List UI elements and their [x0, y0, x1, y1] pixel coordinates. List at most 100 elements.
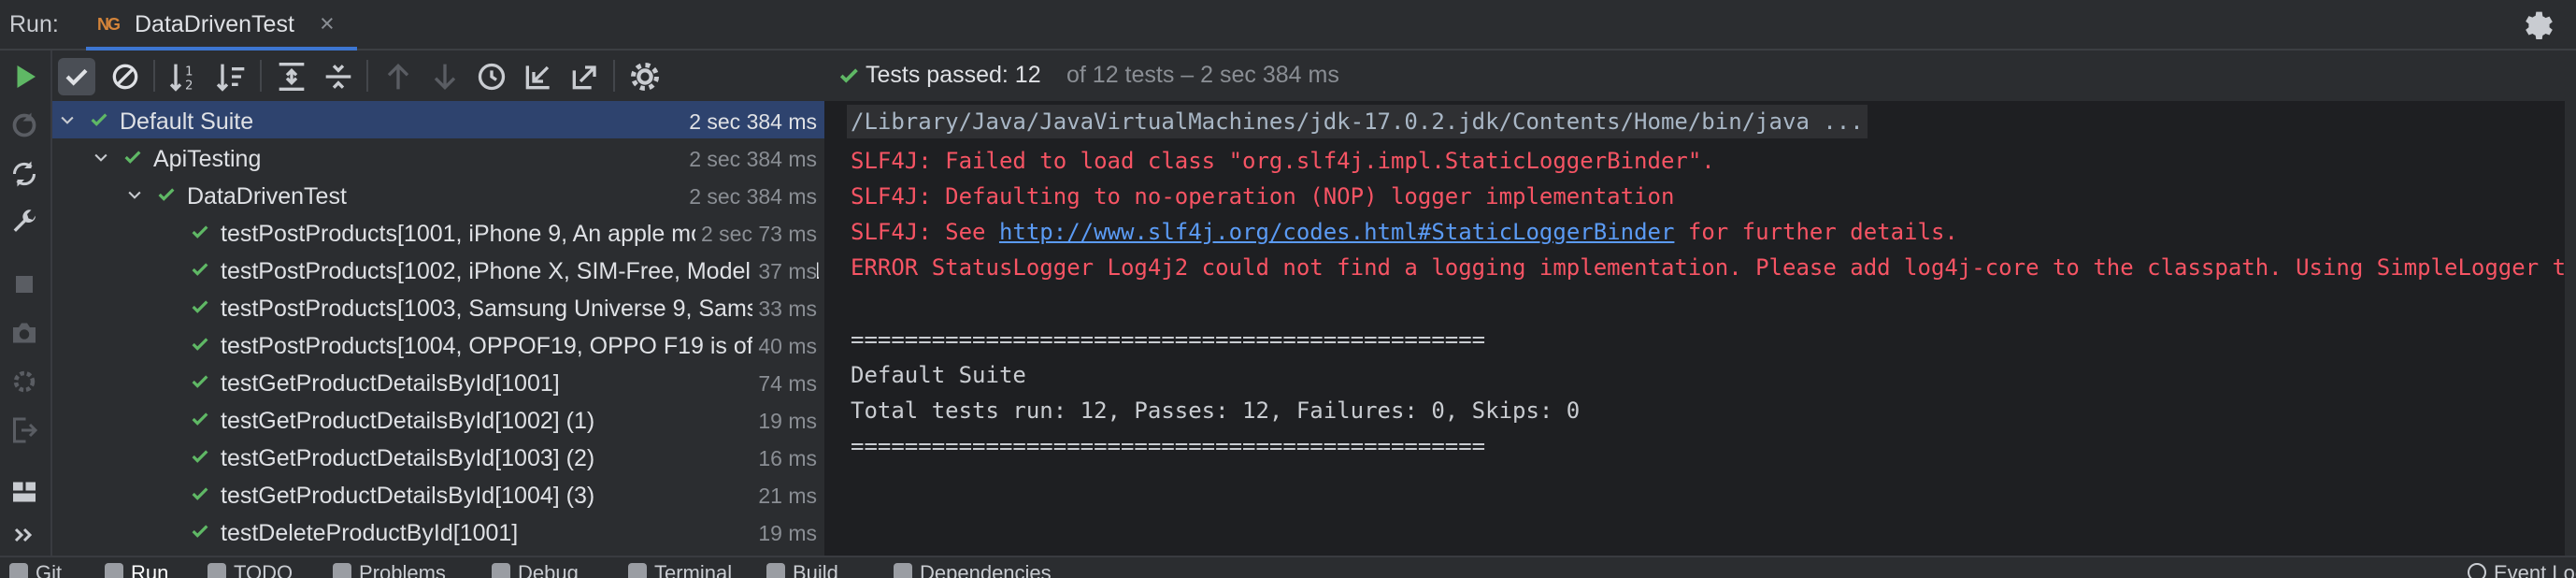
chevron-down-icon[interactable] [92, 148, 110, 166]
rerun-icon[interactable] [7, 60, 41, 94]
tool-tab-label: Dependencies [920, 561, 1052, 578]
console-output[interactable]: /Library/Java/JavaVirtualMachines/jdk-17… [828, 101, 2565, 556]
event-log-label: Event Log [2494, 561, 2576, 578]
test-duration: 2 sec 384 ms [683, 184, 817, 210]
test-duration: 2 sec 384 ms [683, 147, 817, 172]
console-text: for further details. [1674, 219, 1958, 245]
test-tree-row[interactable]: testGetProductDetailsById[1003] (2) 16 ms [52, 438, 824, 475]
exit-icon[interactable] [7, 413, 41, 447]
history-icon[interactable] [473, 58, 510, 95]
test-name: testPostProducts[1002, iPhone X, SIM-Fre… [221, 258, 819, 284]
console-error-line: SLF4J: Failed to load class "org.slf4j.i… [851, 148, 1715, 174]
tool-tab-label: TODO [234, 561, 293, 578]
run-tab-title: DataDrivenTest [135, 11, 294, 37]
passed-check-icon [91, 113, 107, 126]
list-icon [208, 563, 226, 578]
camera-icon[interactable] [7, 316, 41, 350]
layers-icon [894, 563, 912, 578]
toolbar-divider [153, 60, 155, 92]
tool-tab-label: Build [793, 561, 838, 578]
test-tree-row[interactable]: testGetProductDetailsById[1004] (3) 21 ms [52, 475, 824, 513]
passed-check-icon [158, 188, 175, 201]
bottom-tool-bar: Git Run TODO Problems Debug Terminal Build Depe… [0, 556, 2576, 578]
test-tree: Default Suite 2 sec 384 ms ApiTesting 2 sec… [52, 101, 824, 556]
test-name: testGetProductDetailsById[1002] (1) [221, 408, 595, 434]
console-command-line: /Library/Java/JavaVirtualMachines/jdk-17… [847, 105, 1868, 138]
play-icon [105, 563, 123, 578]
test-duration: 21 ms [752, 484, 817, 509]
expand-all-icon[interactable] [273, 58, 310, 95]
test-tree-row[interactable]: DataDrivenTest 2 sec 384 ms [52, 176, 824, 213]
passed-check-icon [192, 487, 208, 500]
export-icon[interactable] [566, 58, 604, 95]
next-failed-icon[interactable] [426, 58, 464, 95]
collapse-all-icon[interactable] [320, 58, 357, 95]
test-duration: 37 ms [752, 259, 817, 284]
hammer-icon [766, 563, 785, 578]
show-ignored-icon[interactable] [107, 58, 144, 95]
test-tree-row[interactable]: Default Suite 2 sec 384 ms [52, 101, 824, 138]
toggle-auto-test-icon[interactable] [7, 157, 41, 191]
run-config-tab[interactable]: NG DataDrivenTest × [86, 0, 357, 51]
stop-icon[interactable] [7, 267, 41, 301]
chevron-down-icon[interactable] [58, 110, 77, 129]
test-name: testDeleteProductById[1001] [221, 520, 519, 546]
console-totals: Total tests run: 12, Passes: 12, Failure… [851, 397, 1581, 424]
test-name: testPostProducts[1003, Samsung Universe … [221, 296, 819, 322]
passed-check-icon [124, 151, 141, 164]
tool-tab-terminal[interactable]: Terminal [628, 561, 732, 578]
console-suite-name: Default Suite [851, 362, 1026, 388]
sort-duration-icon[interactable] [213, 58, 250, 95]
tool-tab-problems[interactable]: Problems [333, 561, 446, 578]
tool-tab-run[interactable]: Run [105, 561, 168, 578]
run-tool-window: { "runbar": { "label": "Run:", "tab_titl… [0, 0, 2576, 578]
event-log-tab[interactable]: Event Log [2468, 561, 2576, 578]
test-name: testGetProductDetailsById[1003] (2) [221, 445, 595, 471]
toolbar-divider [260, 60, 262, 92]
toolbar-divider [366, 60, 368, 92]
import-icon[interactable] [520, 58, 557, 95]
tool-tab-label: Problems [359, 561, 446, 578]
rerun-failed-icon[interactable] [7, 108, 41, 142]
tool-tab-label: Git [36, 561, 63, 578]
test-tree-row[interactable]: testDeleteProductById[1001] 19 ms [52, 513, 824, 550]
more-icon[interactable] [7, 518, 41, 552]
gear-icon[interactable] [2518, 6, 2555, 43]
test-tree-row[interactable]: testPostProducts[1002, iPhone X, SIM-Fre… [52, 251, 824, 288]
test-tree-row[interactable]: testPostProducts[1001, iPhone 9, An appl… [52, 213, 824, 251]
test-duration: 19 ms [752, 409, 817, 434]
tool-tab-label: Terminal [654, 561, 733, 578]
console-scrollbar[interactable] [2565, 101, 2576, 556]
test-toolbar: 12 [52, 51, 828, 101]
check-icon [839, 68, 858, 83]
left-toolbar [0, 51, 52, 556]
test-tree-row[interactable]: testGetProductDetailsById[1002] (1) 19 ms [52, 400, 824, 438]
tool-tab-dependencies[interactable]: Dependencies [894, 561, 1052, 578]
sort-alpha-icon[interactable]: 12 [166, 58, 204, 95]
test-duration: 19 ms [752, 521, 817, 546]
show-passed-icon[interactable] [58, 58, 95, 95]
tool-tab-todo[interactable]: TODO [208, 561, 293, 578]
test-tree-row[interactable]: testGetProductDetailsById[1001] 74 ms [52, 363, 824, 400]
tool-tab-git[interactable]: Git [9, 561, 62, 578]
tool-tab-debug[interactable]: Debug [492, 561, 579, 578]
test-tree-row[interactable]: ApiTesting 2 sec 384 ms [52, 138, 824, 176]
previous-failed-icon[interactable] [379, 58, 417, 95]
test-tree-row[interactable]: testPostProducts[1004, OPPOF19, OPPO F19… [52, 325, 824, 363]
slf4j-link[interactable]: http://www.slf4j.org/codes.html#StaticLo… [999, 219, 1674, 245]
close-icon[interactable]: × [320, 9, 335, 38]
wrench-icon[interactable] [7, 206, 41, 239]
test-summary: Tests passed: 12 of 12 tests – 2 sec 384… [828, 51, 2576, 101]
settings-disabled-icon[interactable] [7, 365, 41, 398]
tool-tab-build[interactable]: Build [766, 561, 838, 578]
svg-text:2: 2 [185, 79, 193, 93]
test-duration: 33 ms [752, 296, 817, 322]
chevron-down-icon[interactable] [125, 185, 144, 204]
test-tree-row[interactable]: testPostProducts[1003, Samsung Universe … [52, 288, 824, 325]
tool-tab-label: Debug [518, 561, 579, 578]
passed-check-icon [192, 263, 208, 276]
test-settings-icon[interactable] [626, 58, 664, 95]
passed-check-icon [192, 225, 208, 238]
event-log-icon [2468, 563, 2486, 578]
layout-icon[interactable] [7, 475, 41, 509]
